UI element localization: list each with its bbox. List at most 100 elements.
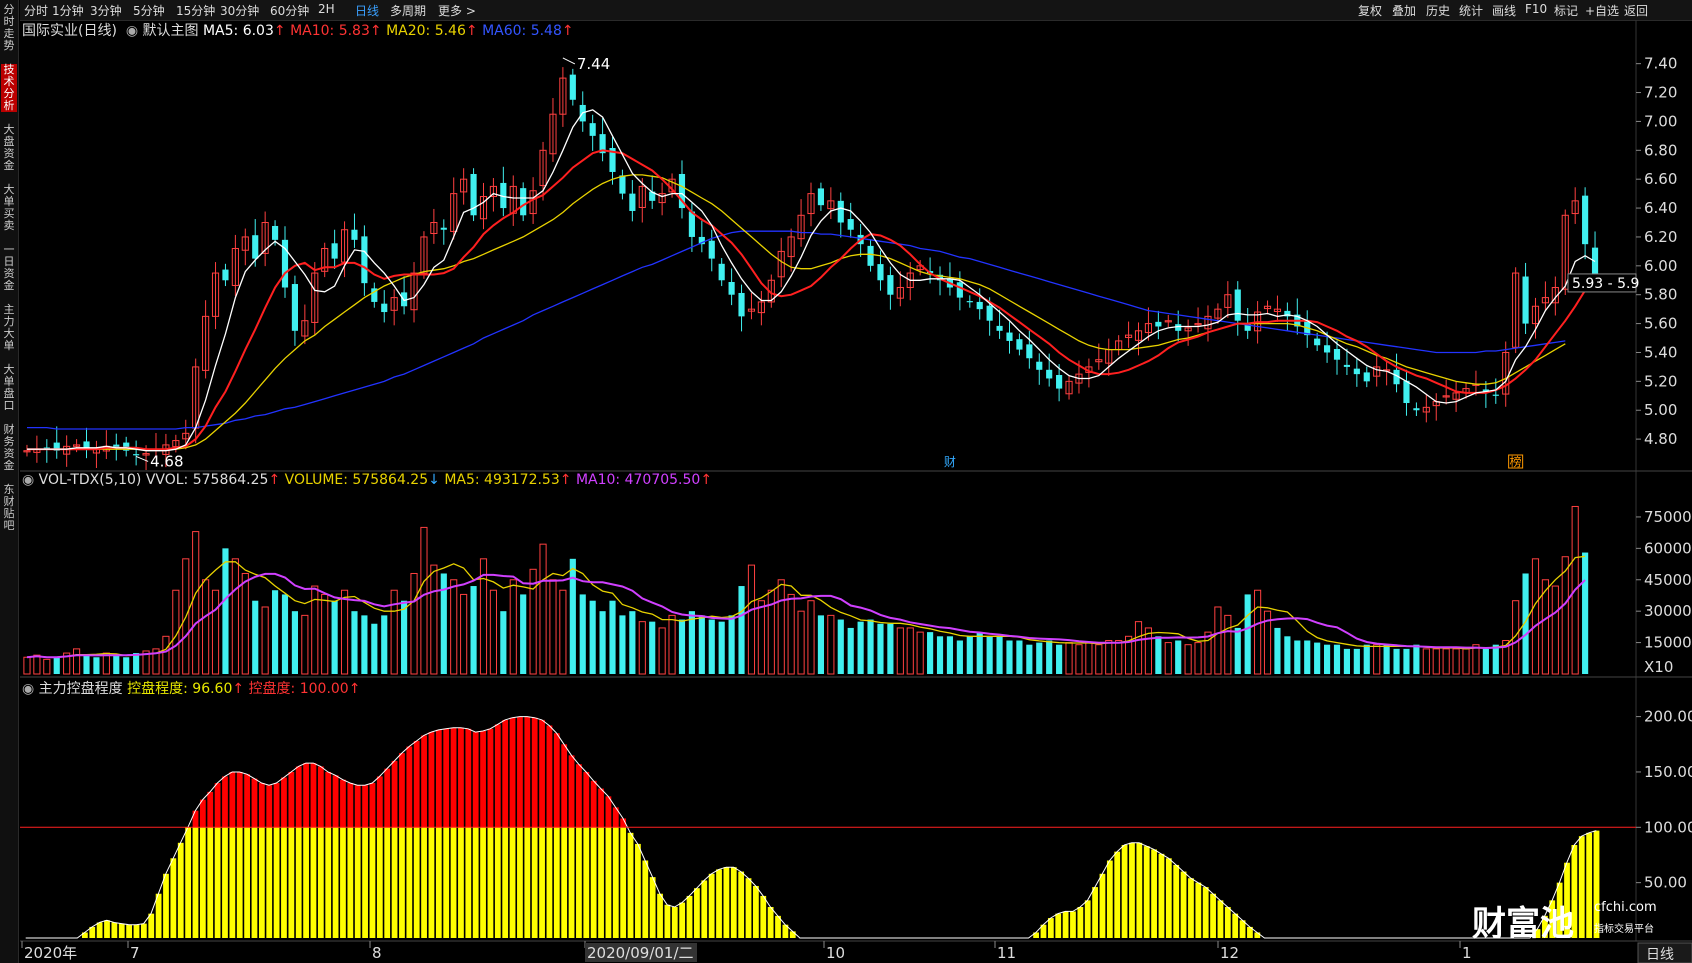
vol-bar-93: [946, 636, 954, 674]
vol-bar-11: [133, 653, 140, 674]
candle-body-158: [1591, 247, 1599, 276]
vol-ma10-value: MA10: 470705.50: [575, 472, 701, 488]
ctrl-yellow-84: [642, 860, 649, 938]
vol-bar-137: [1383, 644, 1390, 674]
ctrl-red-64: [494, 724, 501, 828]
ctrl-yellow-75: [576, 827, 582, 938]
vol-bar-89: [906, 627, 914, 675]
candle-body-80: [817, 188, 825, 206]
candle-body-99: [1006, 332, 1013, 341]
ctrl-yellow-49: [384, 827, 391, 938]
indicator-dropdown-icon[interactable]: ◉: [121, 23, 142, 39]
vol-bar-140: [1413, 644, 1420, 674]
vol-bar-110: [1115, 639, 1123, 675]
ctrl-red-44: [347, 783, 354, 828]
ctrl-red-59: [458, 727, 464, 828]
price-label-3: 5.40: [1644, 343, 1677, 361]
ma10-line: [27, 149, 1586, 451]
vol-bar-139: [1403, 648, 1410, 674]
ctrl-yellow-14: [126, 924, 133, 938]
candle-body-101: [1026, 344, 1033, 359]
ctrl-yellow-61: [472, 827, 479, 938]
vol-bar-102: [1036, 642, 1043, 674]
ctrl-yellow-41: [325, 827, 332, 938]
price-label-5: 5.80: [1644, 286, 1677, 304]
ctrl-red-39: [310, 763, 317, 828]
ctrl-yellow-147: [1106, 860, 1113, 938]
vol-unit: X10: [1644, 658, 1673, 676]
indicator-name[interactable]: 默认主图: [143, 23, 199, 39]
vol-settings-icon[interactable]: ◉: [22, 472, 39, 488]
ctrl-red-26: [214, 783, 221, 828]
vol-bar-84: [857, 621, 864, 674]
vol-bar-100: [1016, 640, 1023, 674]
x-label-3: 2020/09/01/二: [587, 944, 694, 962]
vol-bar-87: [887, 623, 894, 674]
ctrl-red-27: [222, 776, 228, 828]
vol-bar-23: [252, 600, 259, 674]
vol-bar-142: [1432, 648, 1440, 675]
ctrl-label-2: 150.00: [1644, 763, 1692, 781]
vol-label-2: 45000: [1644, 571, 1692, 589]
vol-indicator-name[interactable]: VOL-TDX(5,10): [39, 472, 142, 488]
ctrl-yellow-29: [236, 827, 243, 938]
vol-bar-94: [956, 640, 963, 674]
vol-bar-33: [351, 611, 358, 674]
ctrl-red-60: [465, 728, 472, 828]
vol-bar-0: [23, 656, 31, 675]
vol-bar-77: [787, 593, 795, 675]
vol-bar-47: [489, 589, 497, 675]
vol-bar-78: [797, 610, 805, 675]
vol-bar-130: [1314, 642, 1321, 674]
vol-bar-73: [747, 564, 756, 675]
vol-bar-99: [1006, 640, 1013, 674]
vol-bar-62: [638, 621, 646, 675]
ctrl-red-43: [340, 779, 346, 828]
ctrl-red-58: [450, 727, 457, 828]
ctrl-yellow-99: [753, 885, 759, 938]
vol-bar-122: [1234, 627, 1241, 674]
vol-bar-118: [1194, 642, 1202, 675]
ctrl-yellow-21: [177, 842, 184, 938]
ctrl-yellow-94: [716, 869, 722, 938]
control-settings-icon[interactable]: ◉: [22, 681, 39, 697]
ctrl-yellow-104: [789, 931, 796, 938]
candle-body-34: [361, 236, 368, 284]
vol-bar-25: [271, 590, 279, 674]
price-label-0: 4.80: [1644, 430, 1677, 448]
ma5-legend: MA5: 6.03: [202, 23, 274, 39]
vol-bar-5: [73, 648, 81, 675]
ctrl-yellow-48: [376, 827, 383, 938]
vol-bar-88: [896, 627, 904, 675]
ctrl-red-54: [421, 735, 427, 828]
ctrl-red-32: [258, 783, 265, 828]
ctrl-yellow-13: [118, 923, 125, 938]
ctrl-yellow-47: [369, 827, 376, 938]
ctrl-yellow-68: [524, 827, 531, 938]
ctrl-yellow-57: [443, 827, 450, 938]
vol-bar-112: [1134, 621, 1143, 675]
ctrl-yellow-90: [686, 895, 693, 938]
candle-body-132: [1333, 349, 1341, 360]
ma10-legend: MA10: 5.83: [290, 23, 370, 39]
candle-body-151: [1522, 276, 1529, 324]
vol-bar-52: [539, 543, 547, 675]
x-label-2: 8: [372, 944, 382, 962]
vol-bar-116: [1175, 640, 1182, 674]
vol-bar-117: [1184, 644, 1192, 675]
x-label-7: 1: [1462, 944, 1472, 962]
event-mark-1: 财: [944, 455, 956, 469]
period-button[interactable]: 日线: [1646, 947, 1674, 963]
control-indicator-name[interactable]: 主力控盘程度: [39, 681, 123, 697]
ctrl-yellow-144: [1084, 900, 1091, 938]
vol-bar-61: [629, 611, 636, 674]
ctrl-red-76: [583, 771, 590, 828]
ctrl-yellow-60: [465, 827, 472, 938]
x-label-5: 11: [997, 944, 1016, 962]
vol-bar-51: [529, 568, 537, 675]
vol-bar-126: [1274, 627, 1281, 674]
vol-bar-43: [450, 579, 458, 675]
ctrl-red-55: [428, 732, 435, 828]
vol-bar-109: [1105, 639, 1113, 675]
ctrl-yellow-31: [251, 827, 258, 938]
